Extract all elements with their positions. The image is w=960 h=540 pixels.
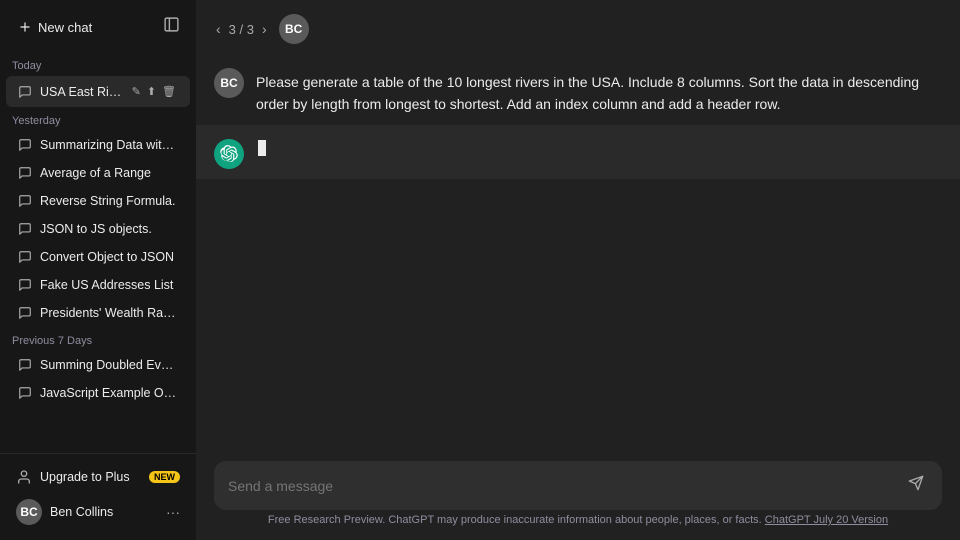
chat-area: ‹ 3 / 3 › BC BC Please generate a table … [196, 0, 960, 449]
user-initials: BC [20, 505, 37, 519]
sidebar-item-fake-addresses[interactable]: Fake US Addresses List [6, 271, 190, 299]
chat-item-label: Fake US Addresses List [40, 278, 178, 292]
chat-icon [18, 85, 32, 99]
sidebar-item-summing-doubled[interactable]: Summing Doubled Even Num... [6, 351, 190, 379]
main-content: ‹ 3 / 3 › BC BC Please generate a table … [196, 0, 960, 540]
chat-item-label: Summing Doubled Even Num... [40, 358, 178, 372]
chat-item-label: USA East Rivers Tab [40, 85, 122, 99]
chat-item-label: JavaScript Example Object. [40, 386, 178, 400]
nav-user-initials: BC [285, 22, 302, 36]
chat-icon [18, 386, 32, 400]
typing-cursor [258, 140, 266, 156]
upgrade-button[interactable]: Upgrade to Plus NEW [8, 462, 188, 492]
sidebar-footer: Upgrade to Plus NEW BC Ben Collins ··· [0, 453, 196, 540]
send-button[interactable] [904, 473, 928, 498]
user-avatar-nav: BC [279, 14, 309, 44]
upgrade-label: Upgrade to Plus [40, 470, 130, 484]
user-name: Ben Collins [50, 505, 113, 519]
user-message-text: Please generate a table of the 10 longes… [256, 68, 942, 115]
chat-item-label: Convert Object to JSON [40, 250, 178, 264]
chat-item-label: Average of a Range [40, 166, 178, 180]
chat-icon [18, 250, 32, 264]
new-chat-label: New chat [38, 20, 92, 35]
send-icon [908, 475, 924, 491]
previous7-section-label: Previous 7 Days [0, 327, 196, 351]
sidebar-item-summarizing-data[interactable]: Summarizing Data with Formu... [6, 131, 190, 159]
chat-item-actions: ✎ ⬆ 🗑 [130, 83, 178, 100]
chat-icon [18, 358, 32, 372]
sidebar-nav: Today USA East Rivers Tab ✎ ⬆ 🗑 Yesterda… [0, 52, 196, 453]
avatar: BC [16, 499, 42, 525]
version-link[interactable]: ChatGPT July 20 Version [765, 514, 888, 526]
user-avatar-message: BC [214, 68, 244, 98]
sidebar-item-presidents-wealth[interactable]: Presidents' Wealth Ranking [6, 299, 190, 327]
message-input-container [214, 461, 942, 510]
ai-response-block [196, 125, 960, 179]
new-chat-button[interactable]: New chat [10, 14, 157, 41]
chat-icon [18, 166, 32, 180]
yesterday-section-label: Yesterday [0, 107, 196, 131]
chat-item-label: JSON to JS objects. [40, 222, 178, 236]
sidebar-item-js-example[interactable]: JavaScript Example Object. [6, 379, 190, 407]
sidebar-item-usa-east-rivers[interactable]: USA East Rivers Tab ✎ ⬆ 🗑 [6, 76, 190, 107]
sidebar-item-average-range[interactable]: Average of a Range [6, 159, 190, 187]
chat-item-label: Reverse String Formula. [40, 194, 178, 208]
edit-icon-button[interactable]: ✎ [130, 83, 143, 100]
sidebar-icon [163, 16, 180, 33]
sidebar-toggle-button[interactable] [157, 10, 186, 44]
today-section-label: Today [0, 52, 196, 76]
share-icon-button[interactable]: ⬆ [145, 83, 158, 100]
plus-icon [18, 20, 32, 34]
openai-logo [220, 145, 238, 163]
chat-icon [18, 194, 32, 208]
input-area: Free Research Preview. ChatGPT may produ… [196, 449, 960, 540]
chat-icon [18, 222, 32, 236]
user-account-button[interactable]: BC Ben Collins ··· [8, 492, 188, 532]
new-badge: NEW [149, 471, 180, 483]
sidebar-item-convert-object[interactable]: Convert Object to JSON [6, 243, 190, 271]
chat-item-label: Presidents' Wealth Ranking [40, 306, 178, 320]
disclaimer: Free Research Preview. ChatGPT may produ… [214, 510, 942, 534]
user-icon [16, 469, 32, 485]
message-navigation: ‹ 3 / 3 › BC [196, 0, 960, 54]
ai-avatar [214, 139, 244, 169]
prev-message-button[interactable]: ‹ [214, 21, 223, 37]
chat-icon [18, 278, 32, 292]
delete-icon-button[interactable]: 🗑 [160, 83, 178, 100]
chat-icon [18, 138, 32, 152]
more-options-icon: ··· [166, 504, 180, 520]
message-input[interactable] [228, 478, 894, 494]
chat-icon [18, 306, 32, 320]
sidebar-item-reverse-string[interactable]: Reverse String Formula. [6, 187, 190, 215]
disclaimer-text: Free Research Preview. ChatGPT may produ… [268, 514, 762, 526]
sidebar-item-json-js[interactable]: JSON to JS objects. [6, 215, 190, 243]
next-message-button[interactable]: › [260, 21, 269, 37]
sidebar: New chat Today USA East Rivers Tab ✎ ⬆ 🗑… [0, 0, 196, 540]
message-counter: 3 / 3 [229, 22, 254, 37]
chat-item-label: Summarizing Data with Formu... [40, 138, 178, 152]
sidebar-header: New chat [0, 0, 196, 52]
user-message-block: BC Please generate a table of the 10 lon… [196, 54, 960, 125]
ai-response-text [256, 139, 266, 157]
